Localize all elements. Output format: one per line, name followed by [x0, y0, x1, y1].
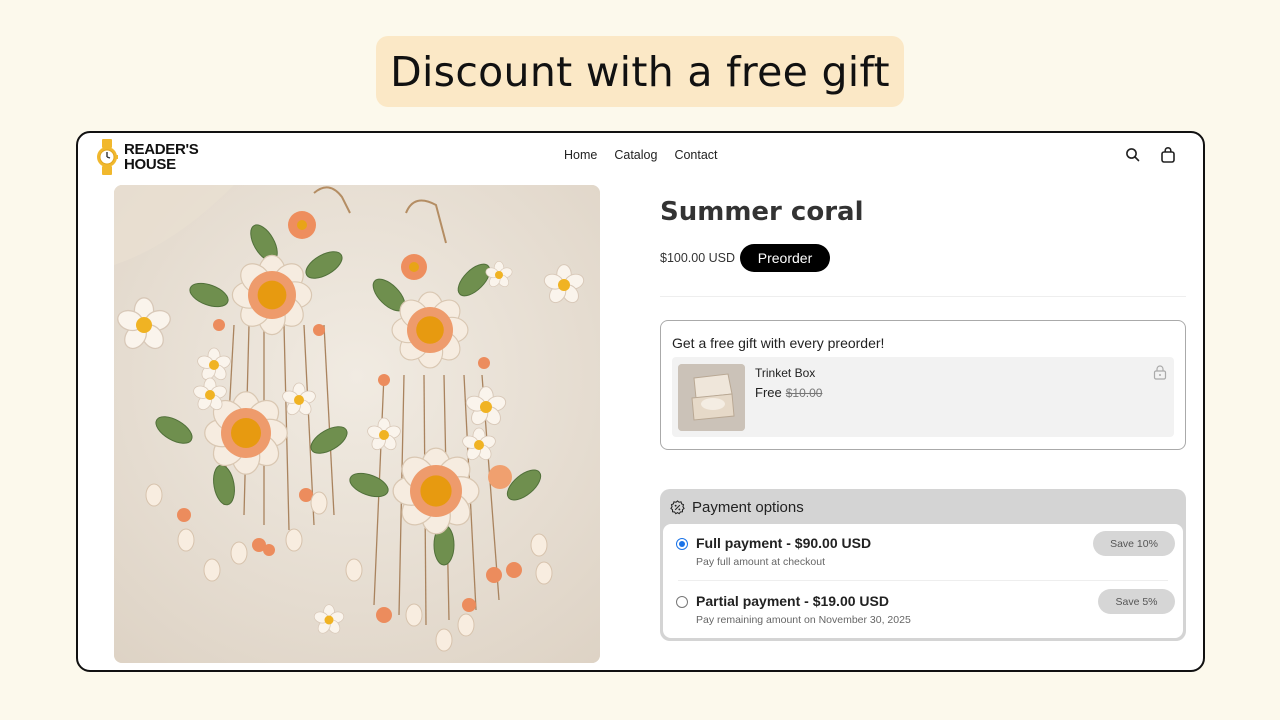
nav-home[interactable]: Home: [564, 148, 597, 162]
payment-options-list: Full payment - $90.00 USD Pay full amoun…: [663, 524, 1183, 638]
trinket-box-image: [678, 364, 745, 431]
gift-thumbnail: [678, 364, 745, 431]
brand-line-2: HOUSE: [124, 156, 176, 173]
preorder-button[interactable]: Preorder: [740, 244, 830, 272]
lock-icon: [1153, 365, 1167, 380]
watch-icon: [97, 139, 118, 175]
option-title: Partial payment - $19.00 USD: [696, 593, 889, 609]
option-title: Full payment - $90.00 USD: [696, 535, 872, 551]
brand-line-1: READER'S: [124, 141, 199, 158]
radio-partial-payment[interactable]: [676, 596, 688, 608]
percent-badge-icon: [670, 500, 685, 515]
search-icon[interactable]: [1124, 146, 1142, 164]
store-window: READER'S HOUSE Home Catalog Contact Summ…: [76, 131, 1205, 672]
option-divider: [678, 580, 1168, 581]
main-nav: Home Catalog Contact: [564, 148, 718, 162]
free-gift-panel: Get a free gift with every preorder! Tri…: [660, 320, 1186, 450]
gift-free-label: Free: [755, 385, 782, 400]
radio-full-payment[interactable]: [676, 538, 688, 550]
shopping-bag-icon[interactable]: [1159, 146, 1177, 164]
nav-contact[interactable]: Contact: [674, 148, 717, 162]
payment-heading: Payment options: [670, 499, 804, 516]
brand-name: READER'S HOUSE: [124, 142, 199, 172]
crochet-earrings-illustration: [114, 185, 600, 663]
store-logo[interactable]: READER'S HOUSE: [96, 139, 199, 175]
page-banner: Discount with a free gift: [376, 36, 904, 107]
divider: [660, 296, 1186, 297]
nav-catalog[interactable]: Catalog: [614, 148, 657, 162]
payment-heading-text: Payment options: [692, 499, 804, 516]
payment-options-panel: Payment options Full payment - $90.00 US…: [660, 489, 1186, 641]
product-image[interactable]: [114, 185, 600, 663]
gift-name: Trinket Box: [755, 366, 816, 380]
product-price: $100.00 USD: [660, 251, 736, 265]
save-badge: Save 10%: [1093, 531, 1175, 556]
payment-option-partial[interactable]: Partial payment - $19.00 USD Pay remaini…: [663, 582, 1183, 638]
product-title: Summer coral: [660, 197, 864, 227]
payment-option-full[interactable]: Full payment - $90.00 USD Pay full amoun…: [663, 524, 1183, 581]
gift-heading: Get a free gift with every preorder!: [672, 335, 885, 351]
save-badge: Save 5%: [1098, 589, 1175, 614]
gift-price: Free $10.00: [755, 385, 822, 400]
option-subtitle: Pay remaining amount on November 30, 202…: [696, 614, 911, 626]
gift-item[interactable]: Trinket Box Free $10.00: [672, 357, 1174, 437]
gift-original-price: $10.00: [785, 386, 823, 400]
option-subtitle: Pay full amount at checkout: [696, 556, 825, 568]
